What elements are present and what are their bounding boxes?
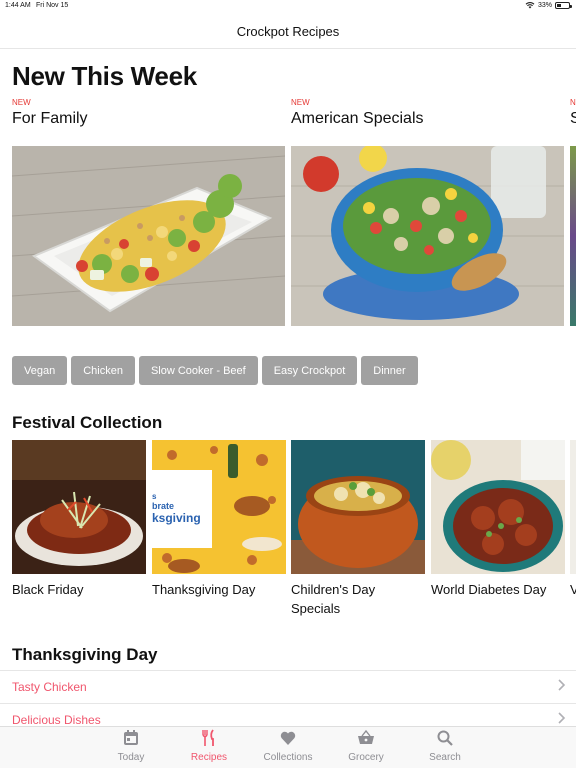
featured-card-title: S [570,110,576,127]
status-right: 33% [525,1,572,9]
festival-card-childrens-day-specials[interactable]: Children's Day Specials [291,440,425,618]
festival-card-thanksgiving-day[interactable]: s brate ksgiving Thanksgiving Day [152,440,286,599]
banner-line-1: s [152,492,157,501]
basket-icon [358,729,374,744]
tag-chip-easy-crockpot[interactable]: Easy Crockpot [261,356,358,385]
category-tags: Vegan Chicken Slow Cooker - Beef Easy Cr… [12,356,418,385]
festival-card-world-diabetes-day[interactable]: World Diabetes Day [431,440,565,599]
tab-label: Today [117,752,145,763]
tab-collections[interactable]: Collections [253,729,323,763]
festival-card-label: V [570,582,576,597]
calendar-icon [124,730,138,745]
salad-bowl-image [291,146,564,326]
status-time: 1:44 AM [5,2,31,9]
featured-card-for-family[interactable]: NEW For Family [12,98,285,326]
status-bar: 1:44 AM Fri Nov 15 33% [0,0,576,12]
tab-label: Search [429,752,461,763]
banner-line-2: brate [152,501,175,511]
tab-recipes[interactable]: Recipes [174,729,244,763]
festival-card-label: Black Friday [12,582,84,597]
clay-pot-curry-image [291,440,425,574]
battery-percent: 33% [537,1,552,9]
tag-chip-chicken[interactable]: Chicken [71,356,135,385]
search-icon [437,730,453,746]
thanksgiving-day-heading: Thanksgiving Day [12,645,158,664]
tag-chip-slow-cooker-beef[interactable]: Slow Cooker - Beef [138,356,258,385]
featured-card-american-specials[interactable]: NEW American Specials [291,98,564,326]
list-item-label: Delicious Dishes [12,713,101,727]
new-tag: NEW [291,98,310,107]
thanksgiving-illustration-image: s brate ksgiving [152,440,286,574]
tag-chip-vegan[interactable]: Vegan [12,356,68,385]
new-tag: N [570,98,576,107]
festival-card-label: World Diabetes Day [431,582,547,597]
tab-label: Grocery [348,752,384,763]
salad-plate-image [12,146,285,326]
stir-fry-image [12,440,146,574]
festival-card-black-friday[interactable]: Black Friday [12,440,146,599]
chevron-right-icon [558,712,566,724]
status-date: Fri Nov 15 [36,2,69,9]
featured-card-title: For Family [12,110,88,127]
featured-card-title: American Specials [291,110,424,127]
chicken-curry-image [431,440,565,574]
featured-image-partial [570,146,576,326]
festival-carousel[interactable]: Black Friday s brate ksgiving Thanksgivi… [12,440,576,620]
tab-grocery[interactable]: Grocery [331,729,401,763]
tab-label: Recipes [190,752,228,763]
tab-today[interactable]: Today [96,729,166,763]
navigation-bar: Crockpot Recipes [0,12,576,49]
tag-chip-dinner[interactable]: Dinner [361,356,418,385]
fork-knife-icon [202,729,214,746]
battery-icon [555,1,572,9]
featured-card-partial[interactable]: N S [570,98,576,326]
festival-card-partial[interactable]: V [570,440,576,599]
heart-icon [280,731,296,745]
tab-search[interactable]: Search [410,729,480,763]
festival-card-label: Children's Day Specials [291,582,376,616]
tab-bar: Today Recipes Collections Grocery Search [0,726,576,768]
nav-title: Crockpot Recipes [236,24,340,39]
tab-label: Collections [263,752,313,763]
festival-card-label: Thanksgiving Day [152,582,256,597]
wifi-icon [525,2,535,9]
banner-line-3: ksgiving [152,511,201,525]
festival-collection-heading: Festival Collection [12,413,163,432]
list-item-label: Tasty Chicken [12,680,87,694]
featured-carousel[interactable]: NEW For Family NEW American Specials N S [12,98,576,328]
thanksgiving-banner: s brate ksgiving [152,470,212,548]
new-tag: NEW [12,98,31,107]
list-item-tasty-chicken[interactable]: Tasty Chicken [0,670,576,703]
chevron-right-icon [558,679,566,691]
festival-image-partial [570,440,576,574]
new-this-week-heading: New This Week [12,61,197,91]
